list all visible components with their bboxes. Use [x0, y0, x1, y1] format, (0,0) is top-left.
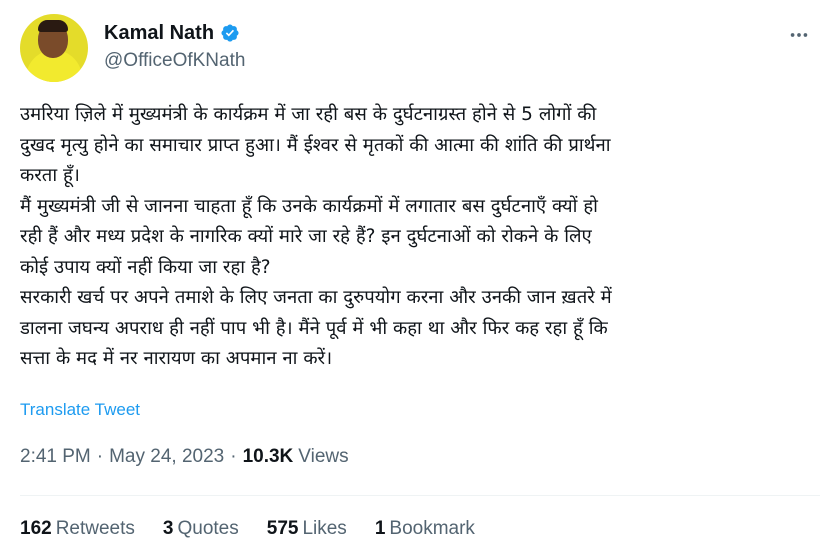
views-count: 10.3K: [242, 446, 294, 467]
retweets-label: Retweets: [55, 518, 135, 539]
retweets-stat[interactable]: 162 Retweets: [20, 518, 135, 540]
tweet-meta: 2:41 PM · May 24, 2023 · 10.3K Views: [20, 446, 349, 468]
tweet-line: सरकारी खर्च पर अपने तमाशे के लिए जनता का…: [20, 287, 612, 308]
retweets-count: 162: [20, 518, 52, 539]
likes-label: Likes: [302, 518, 347, 539]
tweet-card: Kamal Nath @OfficeOfKNath उमरिया ज़िले म…: [0, 0, 840, 550]
tweet-time[interactable]: 2:41 PM: [20, 446, 91, 468]
tweet-line: मैं मुख्यमंत्री जी से जानना चाहता हूँ कि…: [20, 195, 598, 217]
display-name[interactable]: Kamal Nath: [104, 22, 214, 45]
bookmarks-count: 1: [374, 518, 386, 539]
quotes-count: 3: [162, 518, 174, 539]
more-options-icon[interactable]: [786, 22, 812, 48]
tweet-header: Kamal Nath @OfficeOfKNath: [20, 14, 820, 82]
tweet-line: उमरिया ज़िले में मुख्यमंत्री के कार्यक्र…: [20, 104, 597, 125]
name-row: Kamal Nath: [104, 20, 240, 46]
tweet-line: करता हूँ।: [20, 165, 80, 186]
quotes-label: Quotes: [177, 518, 239, 539]
avatar[interactable]: [20, 14, 88, 82]
tweet-line: दुखद मृत्यु होने का समाचार प्राप्त हुआ। …: [20, 134, 611, 156]
bookmarks-label: Bookmark: [389, 518, 475, 539]
views-label: Views: [298, 446, 349, 467]
likes-stat[interactable]: 575 Likes: [267, 518, 347, 540]
divider: [20, 495, 820, 496]
engagement-stats: 162 Retweets 3 Quotes 575 Likes 1 Bookma…: [20, 518, 475, 540]
tweet-line: रही हैं और मध्य प्रदेश के नागरिक क्यों म…: [20, 226, 592, 247]
tweet-line: कोई उपाय क्यों नहीं किया जा रहा है?: [20, 256, 271, 278]
tweet-text: उमरिया ज़िले में मुख्यमंत्री के कार्यक्र…: [20, 100, 820, 375]
tweet-line: डालना जघन्य अपराध ही नहीं पाप भी है। मैं…: [20, 317, 608, 339]
verified-badge-icon[interactable]: [220, 23, 240, 43]
tweet-line: सत्ता के मद में नर नारायण का अपमान ना कर…: [20, 348, 333, 369]
meta-separator: ·: [96, 446, 104, 467]
bookmarks-stat[interactable]: 1 Bookmark: [375, 518, 475, 540]
tweet-date[interactable]: May 24, 2023: [109, 446, 224, 468]
translate-tweet-link[interactable]: Translate Tweet: [20, 400, 140, 420]
user-handle[interactable]: @OfficeOfKNath: [104, 50, 245, 72]
quotes-stat[interactable]: 3 Quotes: [163, 518, 239, 540]
likes-count: 575: [266, 518, 299, 539]
meta-separator: ·: [230, 446, 237, 467]
